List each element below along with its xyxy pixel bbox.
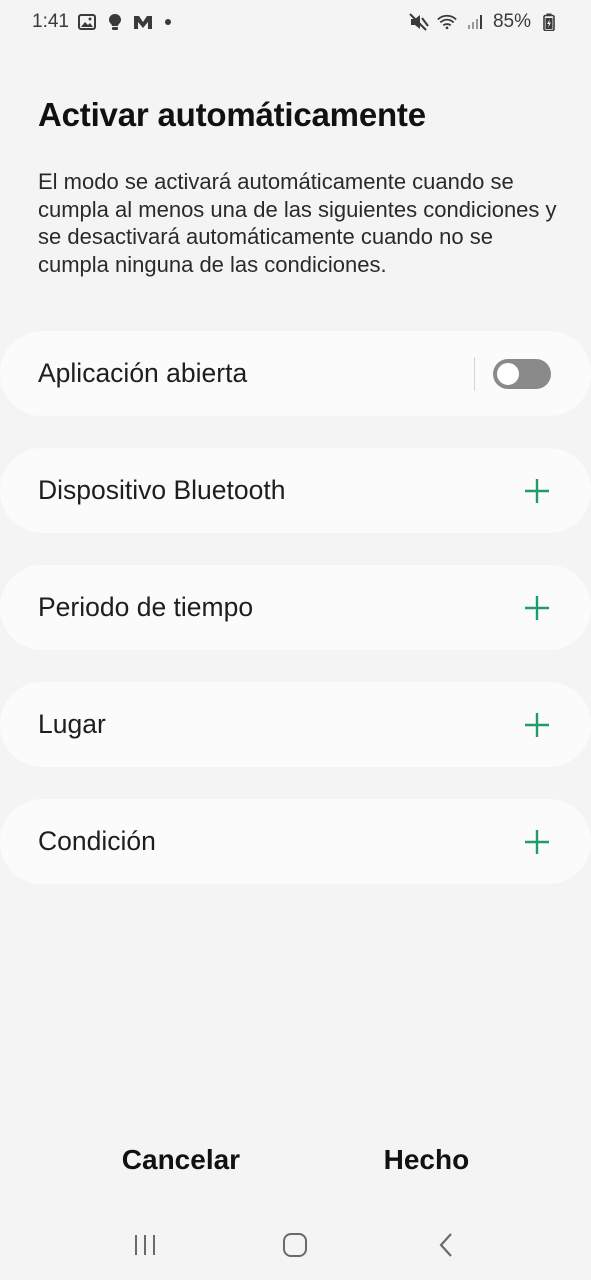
page-title: Activar automáticamente xyxy=(38,96,426,133)
wifi-icon xyxy=(437,12,457,32)
condition-label: Lugar xyxy=(38,709,106,739)
mute-icon xyxy=(409,12,429,32)
condition-app-open[interactable]: Aplicación abierta xyxy=(0,331,591,416)
divider xyxy=(474,356,475,391)
condition-condition[interactable]: Condición xyxy=(0,799,591,884)
cancel-button[interactable]: Cancelar xyxy=(122,1144,240,1176)
home-icon[interactable] xyxy=(275,1225,315,1265)
battery-percent: 85% xyxy=(492,11,531,32)
bulb-icon xyxy=(105,12,125,32)
plus-icon[interactable] xyxy=(523,477,551,505)
condition-label: Dispositivo Bluetooth xyxy=(38,475,286,505)
back-icon[interactable] xyxy=(426,1225,466,1265)
gallery-icon xyxy=(77,12,97,32)
condition-time-period[interactable]: Periodo de tiempo xyxy=(0,565,591,650)
condition-label: Aplicación abierta xyxy=(38,358,248,388)
page-description: El modo se activará automáticamente cuan… xyxy=(38,169,557,277)
status-left: 1:41 xyxy=(32,11,171,33)
toggle-wrap xyxy=(474,356,551,391)
done-button[interactable]: Hecho xyxy=(384,1144,470,1176)
screen: 1:41 85% Activar automáticamente El modo… xyxy=(0,0,591,1280)
condition-place[interactable]: Lugar xyxy=(0,682,591,767)
plus-icon[interactable] xyxy=(523,828,551,856)
signal-icon xyxy=(465,12,485,32)
battery-icon xyxy=(539,12,559,32)
condition-label: Periodo de tiempo xyxy=(38,592,254,622)
notification-dot-icon xyxy=(164,19,171,25)
toggle-knob xyxy=(495,360,521,387)
condition-bluetooth-device[interactable]: Dispositivo Bluetooth xyxy=(0,448,591,533)
plus-icon[interactable] xyxy=(523,711,551,739)
condition-label: Condición xyxy=(38,826,156,856)
plus-icon[interactable] xyxy=(523,594,551,622)
clock: 1:41 xyxy=(32,11,69,32)
m-app-icon xyxy=(133,12,153,32)
bottom-buttons: Cancelar Hecho xyxy=(0,1136,591,1184)
recent-apps-icon[interactable] xyxy=(125,1225,165,1265)
navigation-bar xyxy=(0,1220,591,1270)
app-open-toggle[interactable] xyxy=(493,358,551,389)
status-right: 85% xyxy=(409,11,559,33)
status-bar: 1:41 85% xyxy=(0,0,591,44)
